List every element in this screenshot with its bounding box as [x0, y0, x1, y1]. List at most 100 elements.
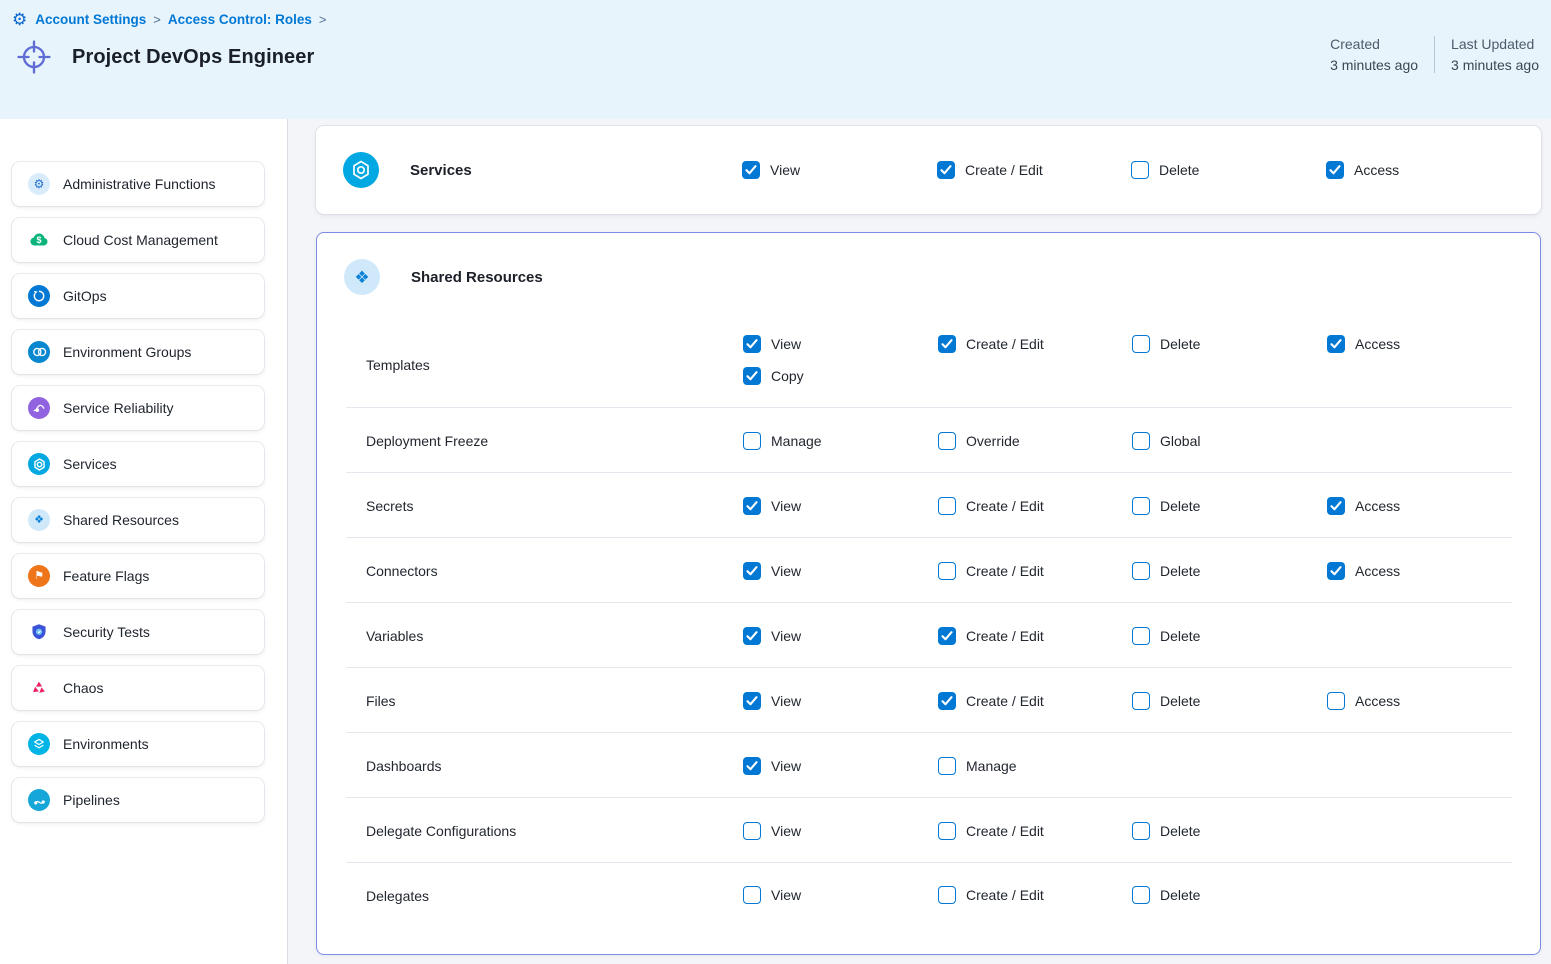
access-checkbox[interactable] [1326, 161, 1344, 179]
permission-label: View [771, 628, 801, 644]
permission-delete: Delete [1132, 562, 1200, 580]
permission-cell: Delete [1132, 562, 1200, 580]
resource-name: Dashboards [366, 758, 442, 774]
view-checkbox[interactable] [743, 822, 761, 840]
permission-label: Delete [1160, 628, 1200, 644]
sidebar-item-services[interactable]: Services [12, 442, 264, 486]
permission-row-templates: TemplatesViewCopyCreate / EditDeleteAcce… [317, 321, 1540, 408]
global-checkbox[interactable] [1132, 432, 1150, 450]
create-edit-checkbox[interactable] [938, 692, 956, 710]
view-checkbox[interactable] [743, 627, 761, 645]
permission-cell: View [742, 161, 800, 179]
create-edit-checkbox[interactable] [938, 497, 956, 515]
create-edit-checkbox[interactable] [938, 627, 956, 645]
last-updated-label: Last Updated [1451, 36, 1539, 52]
view-checkbox[interactable] [743, 692, 761, 710]
delete-checkbox[interactable] [1132, 497, 1150, 515]
access-checkbox[interactable] [1327, 335, 1345, 353]
permission-create-edit: Create / Edit [938, 627, 1044, 645]
permission-row-delegates: DelegatesViewCreate / EditDelete [317, 863, 1540, 956]
permission-cell: Create / Edit [938, 562, 1044, 580]
permission-cell: Delete [1132, 335, 1200, 353]
sidebar-item-security-tests[interactable]: Security Tests [12, 610, 264, 654]
sidebar-item-pipelines[interactable]: Pipelines [12, 778, 264, 822]
permission-cell: Manage [938, 757, 1017, 775]
permission-cell: View [743, 822, 801, 840]
created-meta: Created 3 minutes ago [1314, 36, 1434, 73]
sidebar-item-cloud-cost-management[interactable]: $Cloud Cost Management [12, 218, 264, 262]
sidebar-item-label: Pipelines [63, 792, 120, 808]
permission-label: View [771, 693, 801, 709]
permission-row-secrets: SecretsViewCreate / EditDeleteAccess [317, 473, 1540, 538]
access-checkbox[interactable] [1327, 497, 1345, 515]
delete-checkbox[interactable] [1132, 335, 1150, 353]
permission-cell: Delete [1132, 497, 1200, 515]
sidebar-item-label: Service Reliability [63, 400, 173, 416]
permission-label: View [770, 162, 800, 178]
view-checkbox[interactable] [743, 757, 761, 775]
breadcrumb-link-account-settings[interactable]: Account Settings [35, 12, 146, 27]
breadcrumb-link-access-control-roles[interactable]: Access Control: Roles [168, 12, 312, 27]
permission-override: Override [938, 432, 1020, 450]
permission-label: Create / Edit [966, 498, 1044, 514]
permission-label: View [771, 758, 801, 774]
delete-checkbox[interactable] [1132, 822, 1150, 840]
settings-gear-icon: ⚙ [12, 11, 27, 28]
delete-checkbox[interactable] [1131, 161, 1149, 179]
create-edit-checkbox[interactable] [938, 562, 956, 580]
sidebar-item-label: Security Tests [63, 624, 150, 640]
permission-row-connectors: ConnectorsViewCreate / EditDeleteAccess [317, 538, 1540, 603]
shared-resources-icon: ❖ [344, 259, 380, 295]
permission-label: Create / Edit [965, 162, 1043, 178]
sidebar-item-label: Shared Resources [63, 512, 179, 528]
sidebar-item-environments[interactable]: Environments [12, 722, 264, 766]
view-checkbox[interactable] [743, 497, 761, 515]
created-value: 3 minutes ago [1330, 57, 1418, 73]
permission-access: Access [1327, 692, 1400, 710]
sidebar-item-service-reliability[interactable]: Service Reliability [12, 386, 264, 430]
sidebar-item-administrative-functions[interactable]: ⚙Administrative Functions [12, 162, 264, 206]
view-checkbox[interactable] [743, 562, 761, 580]
permission-cell: Create / Edit [938, 692, 1044, 710]
shared-resources-permissions-card: ❖ Shared Resources TemplatesViewCopyCrea… [316, 232, 1541, 955]
manage-checkbox[interactable] [938, 757, 956, 775]
breadcrumb: ⚙ Account Settings > Access Control: Rol… [12, 11, 1539, 28]
permission-label: Manage [771, 433, 822, 449]
access-checkbox[interactable] [1327, 692, 1345, 710]
administrative-functions-icon: ⚙ [28, 173, 50, 195]
create-edit-checkbox[interactable] [938, 335, 956, 353]
delete-checkbox[interactable] [1132, 627, 1150, 645]
resource-name: Delegates [366, 888, 429, 904]
manage-checkbox[interactable] [743, 432, 761, 450]
permission-label: Create / Edit [966, 693, 1044, 709]
permission-label: Create / Edit [966, 628, 1044, 644]
sidebar-item-environment-groups[interactable]: Environment Groups [12, 330, 264, 374]
create-edit-checkbox[interactable] [938, 822, 956, 840]
permission-label: Delete [1160, 563, 1200, 579]
sidebar-item-chaos[interactable]: Chaos [12, 666, 264, 710]
sidebar-item-feature-flags[interactable]: ⚑Feature Flags [12, 554, 264, 598]
override-checkbox[interactable] [938, 432, 956, 450]
access-checkbox[interactable] [1327, 562, 1345, 580]
permission-cell: Create / Edit [938, 497, 1044, 515]
permission-cell: Global [1132, 432, 1200, 450]
sidebar-item-shared-resources[interactable]: ❖Shared Resources [12, 498, 264, 542]
resource-name: Variables [366, 628, 423, 644]
delete-checkbox[interactable] [1132, 886, 1150, 904]
delete-checkbox[interactable] [1132, 562, 1150, 580]
create-edit-checkbox[interactable] [937, 161, 955, 179]
view-checkbox[interactable] [743, 335, 761, 353]
create-edit-checkbox[interactable] [938, 886, 956, 904]
view-checkbox[interactable] [742, 161, 760, 179]
page-header: ⚙ Account Settings > Access Control: Rol… [0, 0, 1551, 119]
permission-cell: Create / Edit [938, 627, 1044, 645]
permission-create-edit: Create / Edit [937, 161, 1043, 179]
permission-label: View [771, 563, 801, 579]
sidebar-item-label: Environments [63, 736, 149, 752]
permission-label: Manage [966, 758, 1017, 774]
copy-checkbox[interactable] [743, 367, 761, 385]
sidebar-item-gitops[interactable]: GitOps [12, 274, 264, 318]
permission-view: View [743, 562, 801, 580]
view-checkbox[interactable] [743, 886, 761, 904]
delete-checkbox[interactable] [1132, 692, 1150, 710]
